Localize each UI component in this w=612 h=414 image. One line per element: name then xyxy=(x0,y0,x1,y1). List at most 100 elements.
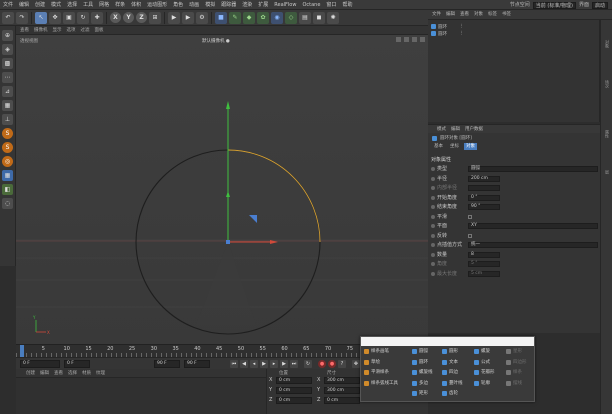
context-menu-item[interactable]: 草绘 xyxy=(363,358,411,367)
context-menu-item[interactable]: 样条弧线工具 xyxy=(363,379,411,388)
live-select-icon[interactable]: ↖ xyxy=(35,11,47,24)
auto-key-icon[interactable]: ● xyxy=(328,360,336,368)
menu-item[interactable]: 网格 xyxy=(96,0,112,10)
menu-item[interactable]: Octane xyxy=(299,0,323,10)
object-menu-item[interactable]: 编辑 xyxy=(446,10,455,20)
redo-icon[interactable]: ↷ xyxy=(16,11,28,24)
viewport-menu-item[interactable]: 面板 xyxy=(95,26,104,35)
object-row[interactable]: 圆环 ⋮ xyxy=(431,23,464,30)
menu-item[interactable]: 创建 xyxy=(32,0,48,10)
go-to-end-icon[interactable]: ⏭ xyxy=(290,360,298,368)
keyframe-selection-icon[interactable]: ? xyxy=(338,360,346,368)
light-icon[interactable]: ✺ xyxy=(327,11,339,24)
polygons-mode-icon[interactable]: ▦ xyxy=(2,100,13,111)
attr-value-field[interactable]: 5 cm xyxy=(468,270,500,277)
object-menu-item[interactable]: 书签 xyxy=(502,10,511,20)
context-menu-item[interactable]: 螺旋线 xyxy=(411,368,441,377)
menu-item[interactable]: 编辑 xyxy=(16,0,32,10)
field-icon[interactable]: ◇ xyxy=(285,11,297,24)
tab-attributes[interactable]: 属性 xyxy=(604,130,610,138)
material-menu-item[interactable]: 查看 xyxy=(54,369,63,378)
object-row[interactable]: 圆环 ⋮ xyxy=(431,30,464,37)
z-axis-lock-icon[interactable]: Z xyxy=(136,12,147,23)
rotate-icon[interactable]: ↻ xyxy=(77,11,89,24)
context-menu-item[interactable]: 花瓣形 xyxy=(473,368,505,377)
size-field[interactable]: 300 cm xyxy=(324,377,360,384)
animate-dot-icon[interactable] xyxy=(431,195,435,200)
animate-dot-icon[interactable] xyxy=(431,271,435,276)
tab-layers[interactable]: 层 xyxy=(604,170,610,174)
record-icon[interactable]: ● xyxy=(318,360,326,368)
end-frame-field[interactable]: 90 F xyxy=(154,360,180,368)
viewport-menu-item[interactable]: 显示 xyxy=(53,26,62,35)
camera-icon[interactable]: ◼ xyxy=(313,11,325,24)
animate-dot-icon[interactable] xyxy=(431,214,435,219)
context-menu-item[interactable]: 圆环 xyxy=(411,358,441,367)
object-menu-item[interactable]: 文件 xyxy=(432,10,441,20)
visibility-dots-icon[interactable]: ⋮ xyxy=(459,24,464,29)
render-picture-viewer-icon[interactable]: ▶ xyxy=(182,11,194,24)
make-editable-icon[interactable]: ⊕ xyxy=(2,30,13,41)
attr-value-field[interactable]: 5 ° xyxy=(468,261,500,267)
attr-tab[interactable]: 基本 xyxy=(432,143,445,150)
scale-icon[interactable]: ▣ xyxy=(63,11,75,24)
size-field[interactable]: 0 cm xyxy=(324,397,360,404)
playhead[interactable] xyxy=(20,345,24,357)
x-axis-arrow[interactable] xyxy=(270,240,278,244)
material-area[interactable] xyxy=(16,378,266,414)
menu-item[interactable]: 窗口 xyxy=(323,0,339,10)
context-menu-item[interactable]: 齿轮 xyxy=(441,389,473,398)
edges-mode-icon[interactable]: ⊿ xyxy=(2,86,13,97)
recent-tools-icon[interactable]: ✚ xyxy=(91,11,103,24)
y-axis-lock-icon[interactable]: Y xyxy=(123,12,134,23)
material-menu-item[interactable]: 创建 xyxy=(26,369,35,378)
max-frame-field[interactable]: 90 F xyxy=(184,360,210,368)
object-menu-item[interactable]: 标签 xyxy=(488,10,497,20)
context-menu-item[interactable]: 蔓叶线 xyxy=(441,379,473,388)
layout-select[interactable]: 启动 xyxy=(591,1,608,9)
context-menu-item[interactable]: 螺旋 xyxy=(473,347,505,356)
next-frame-icon[interactable]: ▸ xyxy=(270,360,278,368)
context-menu-item[interactable]: 圆弧 xyxy=(411,347,441,356)
y-axis-arrow[interactable] xyxy=(226,101,230,109)
soft-selection-icon[interactable]: ◌ xyxy=(2,198,13,209)
menu-item[interactable]: 渲染 xyxy=(239,0,255,10)
object-menu-item[interactable]: 对象 xyxy=(474,10,483,20)
next-key-icon[interactable]: ▶ xyxy=(280,360,288,368)
viewport-menu-item[interactable]: 查看 xyxy=(20,26,29,35)
coordinate-system-icon[interactable]: ⊞ xyxy=(149,11,161,24)
workplane-icon[interactable]: ◎ xyxy=(2,156,13,167)
animate-dot-icon[interactable] xyxy=(431,224,435,228)
subdivision-icon[interactable]: ◆ xyxy=(243,11,255,24)
attr-checkbox[interactable] xyxy=(468,214,472,219)
locked-workplane-icon[interactable]: ▦ xyxy=(2,170,13,181)
origin-handle[interactable] xyxy=(226,240,230,244)
context-menu-item[interactable]: 多边 xyxy=(411,379,441,388)
context-menu-item[interactable]: 轮廓 xyxy=(473,379,505,388)
menu-item[interactable]: 工具 xyxy=(80,0,96,10)
attr-value-field[interactable]: 8 xyxy=(468,251,500,258)
menu-item[interactable]: 角色 xyxy=(170,0,186,10)
attr-value-field[interactable]: XY xyxy=(468,223,598,229)
menu-item[interactable]: 帮助 xyxy=(339,0,355,10)
pos-field[interactable]: 0 cm xyxy=(276,377,312,384)
context-menu-item[interactable]: 样条画笔 xyxy=(363,347,411,356)
axis-mode-icon[interactable]: ⊥ xyxy=(2,114,13,125)
render-view-icon[interactable]: ▶ xyxy=(168,11,180,24)
grid-icon[interactable]: ◧ xyxy=(2,184,13,195)
attr-value-field[interactable] xyxy=(468,185,500,191)
points-mode-icon[interactable]: ⋯ xyxy=(2,72,13,83)
context-menu-item[interactable]: 摆线 xyxy=(505,379,535,388)
menu-item[interactable]: RealFlow xyxy=(271,0,299,10)
pos-field[interactable]: 0 cm xyxy=(276,397,312,404)
move-icon[interactable]: ✥ xyxy=(49,11,61,24)
deformer-icon[interactable]: ◉ xyxy=(271,11,283,24)
context-menu-item[interactable]: 平滑样条 xyxy=(363,368,411,377)
viewport-menu-item[interactable]: 摄像机 xyxy=(34,26,48,35)
node-space-select[interactable]: 当前 (标准/物理) xyxy=(532,1,576,9)
x-axis-lock-icon[interactable]: X xyxy=(110,12,121,23)
menu-item[interactable]: 选择 xyxy=(64,0,80,10)
menu-item[interactable]: 模式 xyxy=(48,0,64,10)
array-icon[interactable]: ✿ xyxy=(257,11,269,24)
context-menu-item[interactable]: 星形 xyxy=(505,347,535,356)
